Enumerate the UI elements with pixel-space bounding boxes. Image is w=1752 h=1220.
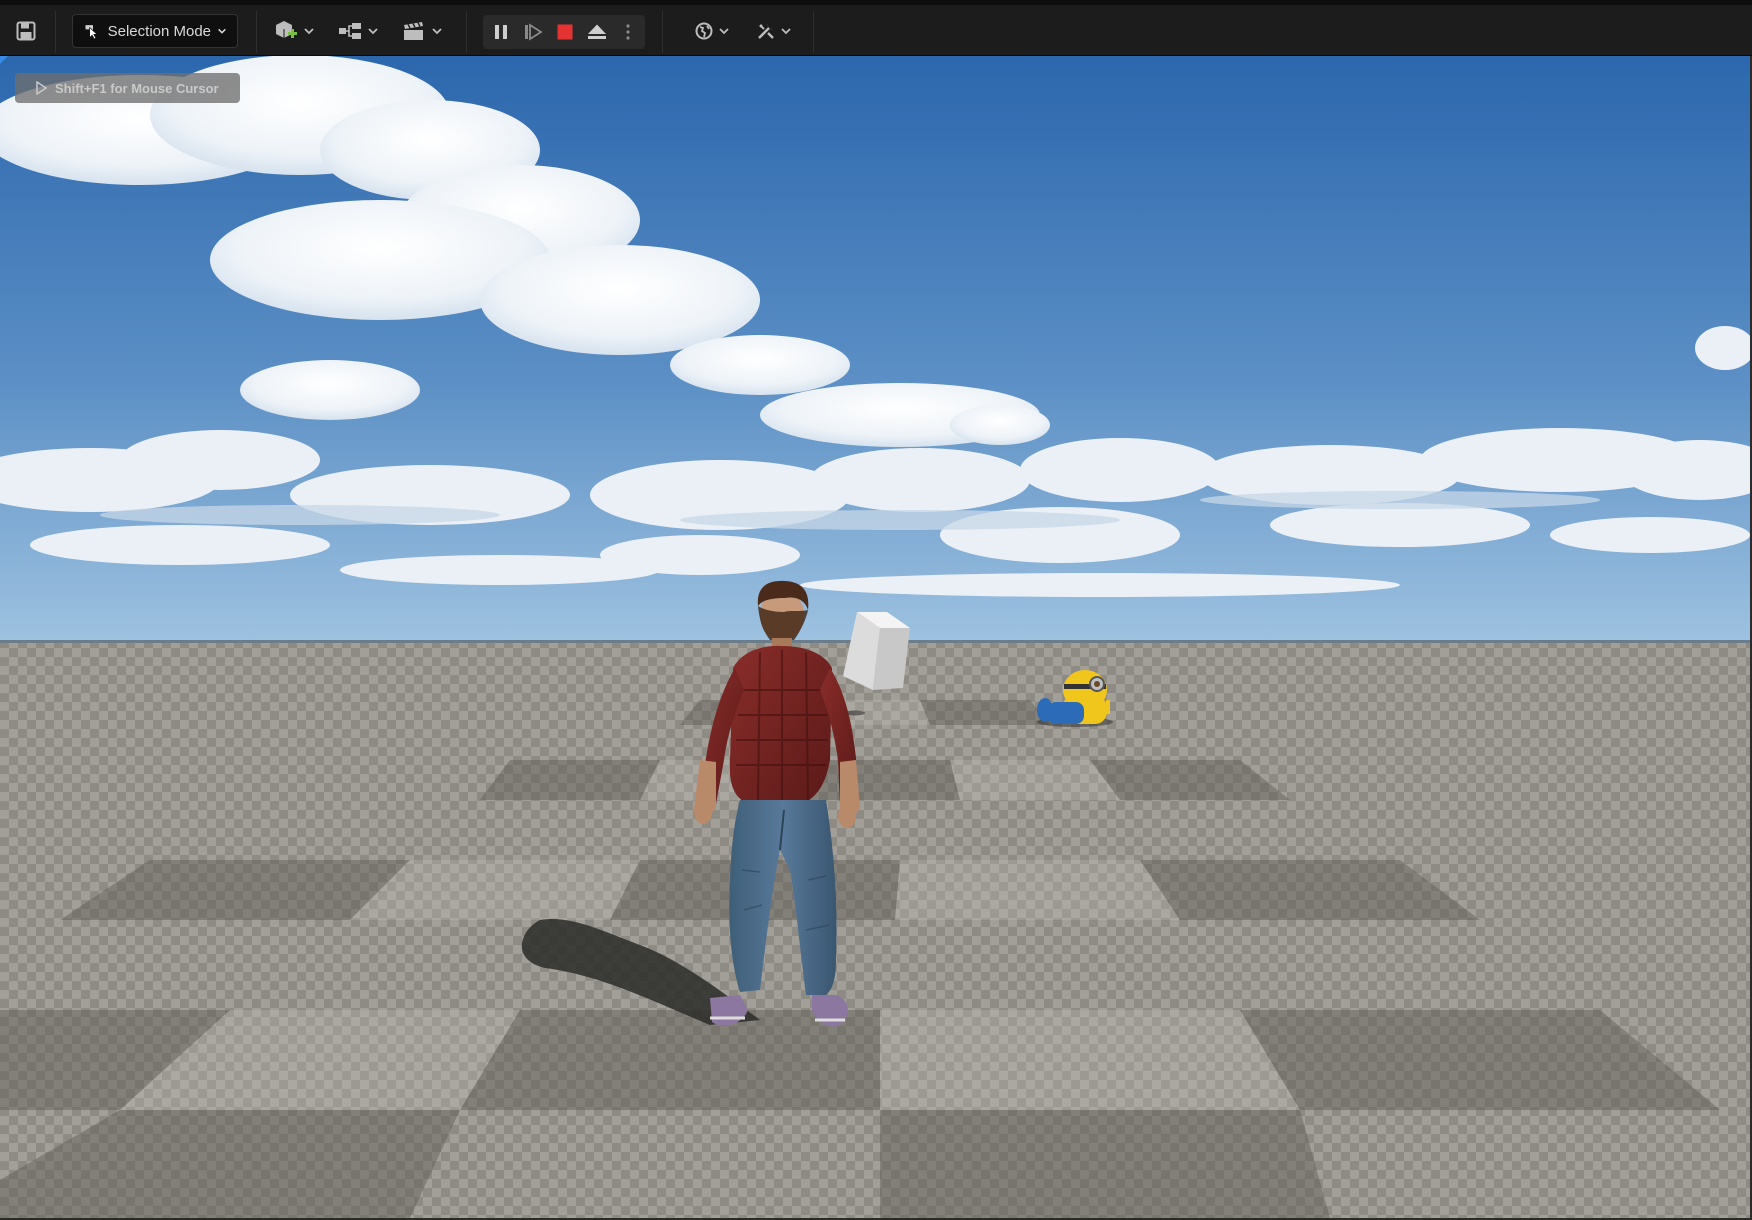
chevron-down-icon [218,28,226,34]
chevron-down-icon [304,28,314,35]
eject-button[interactable] [581,15,613,49]
unreal-editor-window: Selection Mode Shift+F1 for Mouse Cursor [0,0,1752,1220]
play-options-button[interactable] [613,15,643,49]
cursor-select-icon [85,25,99,40]
hint-label: Shift+F1 for Mouse Cursor [55,80,219,96]
toolbar-divider [256,11,257,53]
add-actor-dropdown[interactable] [270,14,318,48]
mouse-cursor-hint[interactable]: Shift+F1 for Mouse Cursor [15,73,240,103]
selection-mode-dropdown[interactable]: Selection Mode [72,14,238,48]
main-toolbar: Selection Mode [0,0,1752,56]
tools-icon [758,24,774,39]
save-icon [16,21,36,41]
frame-skip-icon [525,23,543,41]
selection-mode-label: Selection Mode [107,22,212,40]
blueprints-dropdown[interactable] [334,14,382,48]
pause-button[interactable] [485,15,517,49]
chevron-down-icon [368,28,378,35]
toolbar-divider [662,11,663,53]
stop-button[interactable] [549,15,581,49]
pause-icon [495,25,507,39]
play-controls [483,15,645,49]
save-button[interactable] [10,14,42,48]
more-options-icon [626,24,630,40]
viewport-scene [0,56,1750,1218]
platforms-dropdown[interactable] [690,14,734,48]
toolbar-divider [466,11,467,53]
settings-dropdown[interactable] [752,14,796,48]
toolbar-divider [813,11,814,53]
stop-icon [557,24,573,40]
add-actor-icon [276,21,297,38]
chevron-down-icon [719,28,729,35]
globe-icon [695,22,713,40]
play-triangle-icon [36,81,47,95]
eject-icon [588,24,606,39]
cinematics-dropdown[interactable] [398,14,446,48]
chevron-down-icon [781,28,791,35]
frame-skip-button[interactable] [517,15,549,49]
chevron-down-icon [432,28,442,35]
blueprint-icon [339,23,361,39]
game-viewport[interactable] [0,56,1750,1218]
clapperboard-icon [404,22,423,40]
toolbar-divider [55,11,56,53]
